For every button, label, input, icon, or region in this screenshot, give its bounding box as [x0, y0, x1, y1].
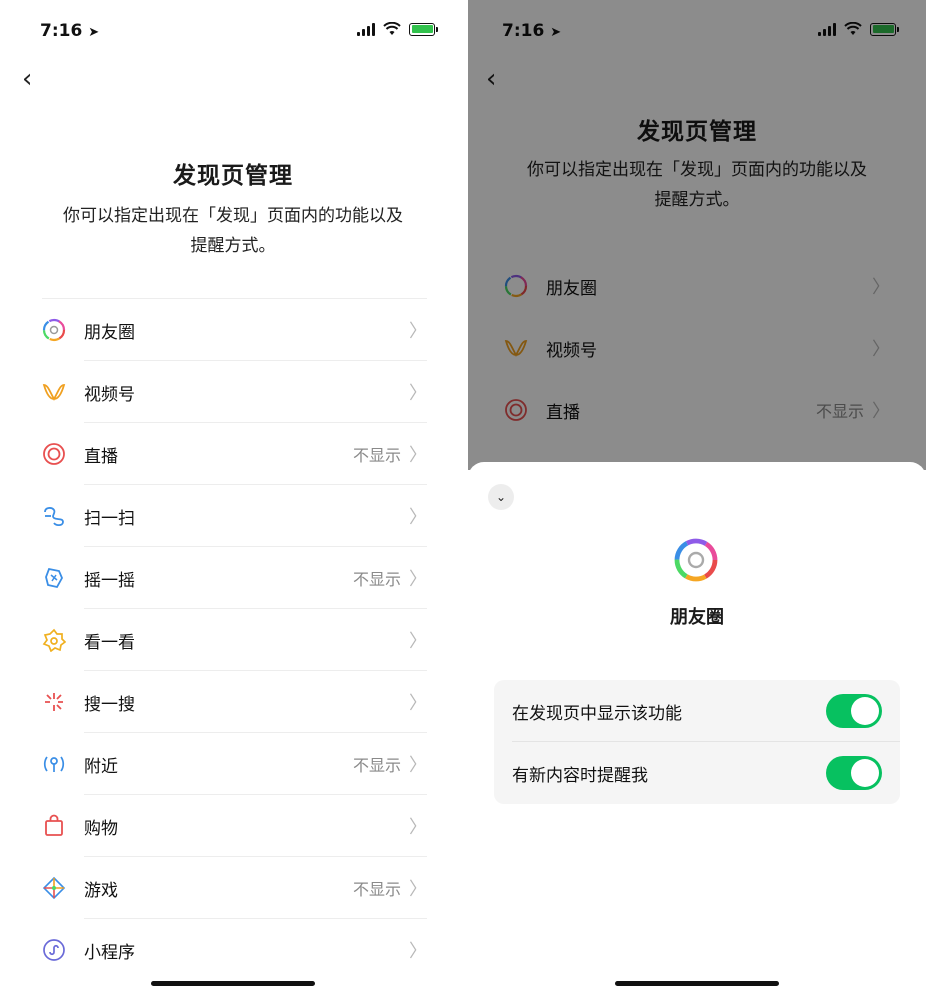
page-subtitle: 你可以指定出现在「发现」页面内的功能以及 提醒方式。	[20, 201, 446, 261]
list-item-moments[interactable]: 朋友圈 〉	[42, 299, 427, 361]
setting-show-in-discover: 在发现页中显示该功能	[494, 680, 900, 742]
dim-overlay[interactable]	[468, 0, 926, 470]
list-item-label: 搜一搜	[84, 694, 135, 715]
chevron-right-icon: 〉	[409, 569, 427, 590]
list-item-label: 游戏	[84, 880, 118, 901]
notify-new-content-toggle[interactable]	[826, 756, 882, 790]
channels-icon	[42, 380, 66, 404]
list-item-search[interactable]: 搜一搜 〉	[42, 671, 427, 733]
setting-label: 有新内容时提醒我	[512, 765, 648, 786]
list-item-label: 购物	[84, 818, 118, 839]
list-item-mini-programs[interactable]: 小程序 〉	[42, 919, 427, 981]
bottom-sheet: ⌄ 朋友圈 在发现页中显示该功能 有新内容时提醒我	[468, 462, 926, 1000]
list-item-label: 小程序	[84, 942, 135, 963]
chevron-right-icon: 〉	[409, 941, 427, 962]
cellular-signal-icon	[357, 22, 375, 36]
list-item-value: 不显示	[352, 446, 401, 465]
moments-icon	[672, 536, 720, 584]
list-item-live[interactable]: 直播 不显示 〉	[42, 423, 427, 485]
list-item-label: 视频号	[84, 384, 135, 405]
nearby-icon	[42, 752, 66, 776]
home-indicator[interactable]	[151, 981, 315, 986]
list-item-label: 朋友圈	[84, 322, 135, 343]
setting-label: 在发现页中显示该功能	[512, 703, 682, 724]
toggle-knob	[851, 697, 879, 725]
subtitle-line-2: 提醒方式。	[190, 236, 276, 256]
battery-icon	[409, 22, 438, 36]
shopping-icon	[42, 814, 66, 838]
list-item-scan[interactable]: 扫一扫 〉	[42, 485, 427, 547]
chevron-right-icon: 〉	[409, 631, 427, 652]
settings-group: 在发现页中显示该功能 有新内容时提醒我	[494, 680, 900, 804]
sheet-title: 朋友圈	[670, 607, 724, 628]
live-icon	[42, 442, 66, 466]
list-item-shopping[interactable]: 购物 〉	[42, 795, 427, 857]
location-arrow-icon: ➤	[88, 25, 100, 40]
status-time: 7:16 ➤	[40, 21, 100, 41]
chevron-right-icon: 〉	[409, 445, 427, 466]
list-item-games[interactable]: 游戏 不显示 〉	[42, 857, 427, 919]
list-item-label: 直播	[84, 446, 118, 467]
search-icon	[42, 690, 66, 714]
toggle-knob	[851, 759, 879, 787]
show-in-discover-toggle[interactable]	[826, 694, 882, 728]
status-icons	[357, 22, 438, 36]
list-item-label: 摇一摇	[84, 570, 135, 591]
list-item-nearby[interactable]: 附近 不显示 〉	[42, 733, 427, 795]
status-bar: 7:16 ➤	[0, 0, 466, 60]
list-item-value: 不显示	[352, 756, 401, 775]
chevron-right-icon: 〉	[409, 755, 427, 776]
chevron-right-icon: 〉	[409, 321, 427, 342]
setting-notify-new-content: 有新内容时提醒我	[494, 742, 900, 804]
chevron-right-icon: 〉	[409, 817, 427, 838]
mini-programs-icon	[42, 938, 66, 962]
shake-icon	[42, 566, 66, 590]
discover-management-screen: 7:16 ➤ ‹ 发现页管理 你可以指定出现在「发现」页面内的功能以及 提醒方式。…	[0, 0, 466, 1000]
collapse-chevron-icon[interactable]: ⌄	[488, 484, 514, 510]
home-indicator[interactable]	[615, 981, 779, 986]
moments-icon	[42, 318, 66, 342]
moments-settings-screen: 7:16 ➤ ‹ 发现页管理 你可以指定出现在「发现」页面内的功能以及 提醒方式。…	[468, 0, 926, 1000]
list-item-channels[interactable]: 视频号 〉	[42, 361, 427, 423]
back-chevron-icon[interactable]: ‹	[22, 66, 32, 92]
list-item-shake[interactable]: 摇一摇 不显示 〉	[42, 547, 427, 609]
list-item-top-stories[interactable]: 看一看 〉	[42, 609, 427, 671]
list-item-label: 扫一扫	[84, 508, 135, 529]
list-item-label: 附近	[84, 756, 118, 777]
list-item-value: 不显示	[352, 880, 401, 899]
top-stories-icon	[42, 628, 66, 652]
chevron-right-icon: 〉	[409, 879, 427, 900]
chevron-right-icon: 〉	[409, 507, 427, 528]
page-title: 发现页管理	[173, 163, 293, 189]
list-item-label: 看一看	[84, 632, 135, 653]
wifi-icon	[383, 22, 401, 35]
chevron-right-icon: 〉	[409, 383, 427, 404]
subtitle-line-1: 你可以指定出现在「发现」页面内的功能以及	[63, 206, 403, 226]
games-icon	[42, 876, 66, 900]
scan-icon	[42, 504, 66, 528]
chevron-right-icon: 〉	[409, 693, 427, 714]
list-item-value: 不显示	[352, 570, 401, 589]
